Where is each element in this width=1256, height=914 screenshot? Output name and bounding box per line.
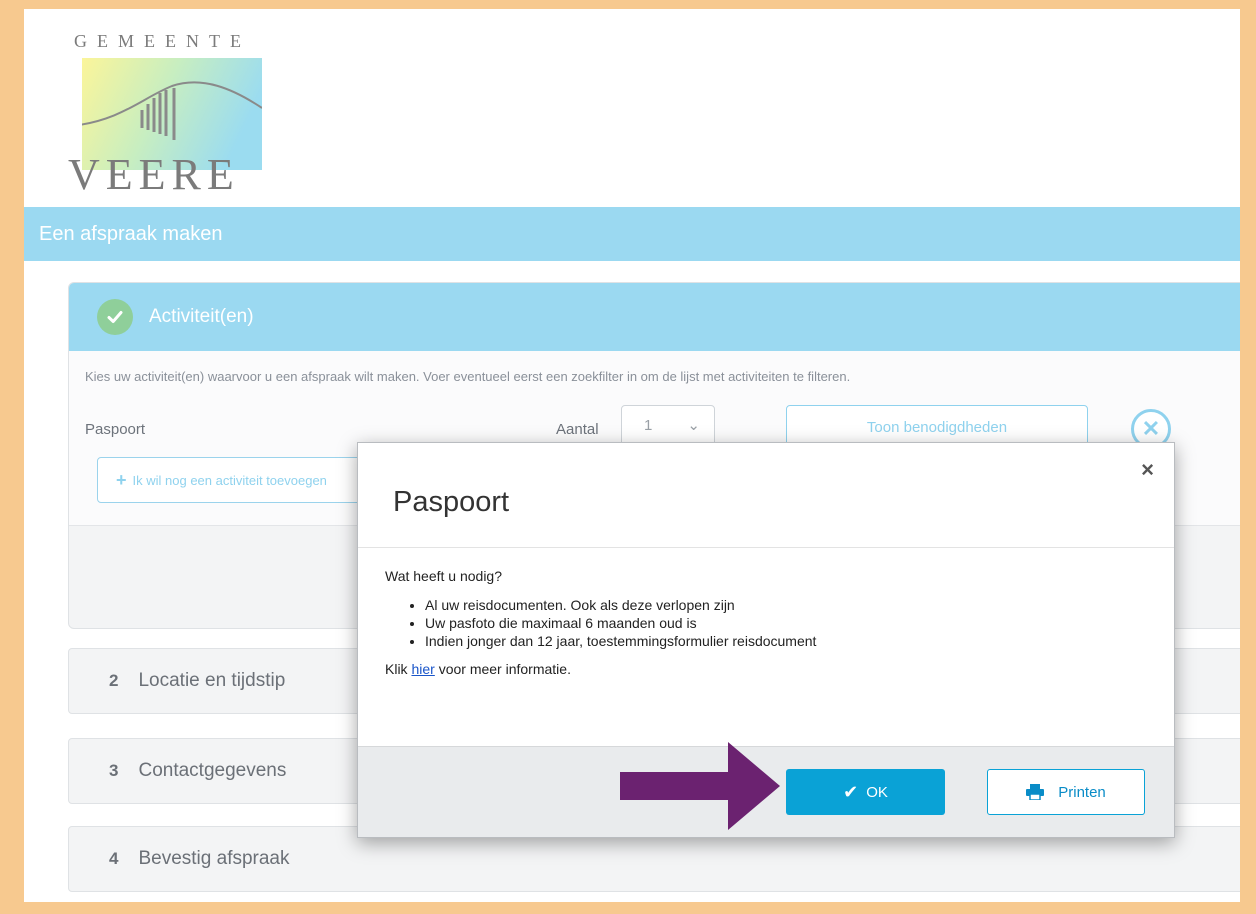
more-info-suffix: voor meer informatie. (438, 661, 571, 677)
step-label: Locatie en tijdstip (138, 670, 286, 691)
veere-logo: GEMEENTE VEERE (68, 31, 288, 201)
add-activity-label: Ik wil nog een activiteit toevoegen (132, 472, 327, 488)
more-info-text: Klik hier voor meer informatie. (385, 661, 816, 677)
ok-label: OK (866, 783, 888, 801)
modal-body: Wat heeft u nodig? Al uw reisdocumenten.… (385, 568, 816, 677)
print-label: Printen (1058, 783, 1106, 801)
list-item: Uw pasfoto die maximaal 6 maanden oud is (425, 615, 816, 631)
aantal-value: 1 (644, 417, 653, 434)
plus-icon: + (116, 469, 127, 490)
modal-divider (358, 547, 1174, 548)
logo-top-text: GEMEENTE (74, 31, 251, 51)
aantal-label: Aantal (556, 421, 599, 438)
printer-icon (1026, 784, 1045, 800)
step-activiteiten-header[interactable]: Activiteit(en) (69, 283, 1240, 351)
page-title: Een afspraak maken (39, 222, 223, 245)
more-info-link[interactable]: hier (411, 661, 434, 677)
step-label: Bevestig afspraak (138, 848, 290, 869)
check-icon (97, 299, 133, 335)
modal-question: Wat heeft u nodig? (385, 568, 503, 584)
step-label: Contactgegevens (138, 760, 287, 781)
modal-title: Paspoort (393, 486, 510, 518)
page-title-bar: Een afspraak maken (24, 207, 1240, 261)
list-item: Al uw reisdocumenten. Ook als deze verlo… (425, 597, 816, 613)
step-number: 2 (109, 671, 119, 690)
logo-bottom-text: VEERE (68, 150, 240, 199)
aantal-select[interactable]: 1 ⌄ (621, 405, 715, 447)
step-activiteiten-title: Activiteit(en) (149, 306, 254, 327)
annotation-arrow-icon (620, 742, 780, 830)
activity-hint: Kies uw activiteit(en) waarvoor u een af… (85, 369, 851, 384)
requirements-list: Al uw reisdocumenten. Ook als deze verlo… (385, 597, 816, 649)
more-info-prefix: Klik (385, 661, 408, 677)
print-button[interactable]: Printen (987, 769, 1145, 815)
step-number: 4 (109, 849, 119, 868)
list-item: Indien jonger dan 12 jaar, toestemmingsf… (425, 633, 816, 649)
chevron-down-icon: ⌄ (687, 417, 700, 434)
step-number: 3 (109, 761, 119, 780)
close-icon[interactable]: × (1141, 457, 1154, 483)
activity-name: Paspoort (85, 421, 146, 438)
checkmark-icon: ✔ (843, 781, 859, 802)
ok-button[interactable]: ✔ OK (786, 769, 945, 815)
add-activity-button[interactable]: + Ik wil nog een activiteit toevoegen (97, 457, 397, 503)
